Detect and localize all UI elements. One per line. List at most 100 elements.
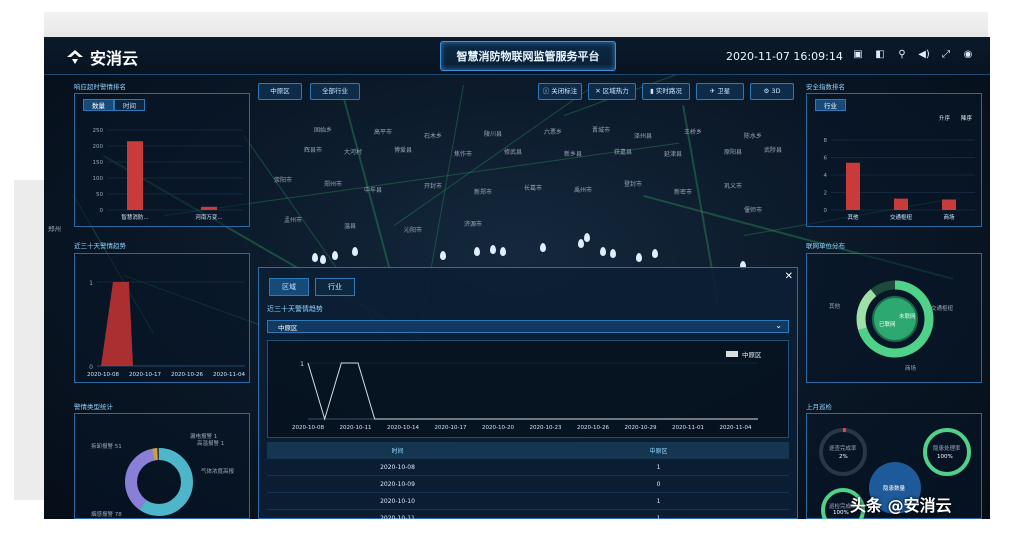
modal-subtitle: 近三十天警情趋势	[267, 305, 323, 313]
satellite-label: 卫星	[717, 87, 731, 95]
x-tick-label: 交通枢纽	[890, 213, 913, 221]
gauge-3-value: 100%	[833, 510, 849, 516]
satellite-button[interactable]: ✈ 卫星	[696, 83, 744, 100]
y-tick-label: 0	[824, 208, 828, 214]
map-place-label: 大河村	[344, 149, 363, 156]
map-marker-icon[interactable]	[540, 243, 546, 252]
table-row: 2020-10-08 1	[267, 459, 789, 476]
heatmap-button[interactable]: ✕ 区域热力	[588, 83, 636, 100]
tab-industry[interactable]: 行业	[815, 99, 846, 111]
alarm-type-label-smoke: 烟感报警 78	[91, 512, 122, 518]
left-panel-3-title: 警情类型统计	[74, 403, 113, 411]
map-marker-icon[interactable]	[652, 249, 658, 258]
y-tick-label: 250	[93, 128, 104, 134]
map-marker-icon[interactable]	[636, 253, 642, 262]
tab-time[interactable]: 时间	[114, 99, 145, 111]
user-icon[interactable]: ◉	[962, 49, 974, 61]
map-place-label: 长葛市	[524, 185, 543, 192]
x-tick-label: 2020-11-04	[213, 372, 245, 378]
table-row: 2020-10-10 1	[267, 493, 789, 510]
map-marker-icon[interactable]	[312, 253, 318, 262]
location-icon[interactable]: ⚲	[896, 49, 908, 61]
map-marker-icon[interactable]	[352, 247, 358, 256]
layers-icon[interactable]: ◧	[874, 49, 886, 61]
table-cell: 2020-10-10	[380, 497, 415, 505]
map-marker-icon[interactable]	[584, 233, 590, 242]
sort-ascending[interactable]: 升序	[939, 114, 950, 122]
x-tick-label: 河南万变...	[195, 213, 222, 221]
close-icon[interactable]: ✕	[785, 271, 793, 282]
top-bar: 安消云 智慧消防物联网监管服务平台 2020-11-07 16:09:14 ▣ …	[44, 37, 990, 75]
map-marker-icon[interactable]	[440, 251, 446, 260]
map-marker-icon[interactable]	[500, 247, 506, 256]
table-cell: 0	[656, 480, 661, 488]
alarm-type-label-detach: 拆卸报警 51	[91, 444, 122, 450]
map-marker-icon[interactable]	[600, 247, 606, 256]
region-select-button[interactable]: 中原区	[258, 83, 302, 100]
volume-icon[interactable]: ◀)	[918, 49, 930, 61]
outer-background-band-left	[14, 180, 44, 500]
map-marker-icon[interactable]	[610, 249, 616, 258]
map-place-label: 泽州县	[634, 133, 653, 140]
legend-swatch	[726, 351, 738, 357]
x-tick-label: 2020-10-23	[530, 425, 562, 431]
modal-trend-chart: 1 2020-10-08 2020-10-11 2020-10-14 2020-10-1…	[267, 340, 789, 438]
map-marker-icon[interactable]	[578, 239, 584, 248]
alarm-type-label-heat: 高温报警 1	[197, 441, 225, 447]
x-tick-label: 2020-10-17	[129, 372, 161, 378]
y-tick-label: 6	[824, 156, 828, 162]
map-place-label: 禹州市	[574, 187, 593, 194]
x-tick-label: 2020-10-29	[625, 425, 657, 431]
3d-label: 3D	[771, 87, 781, 95]
y-tick-label: 8	[824, 138, 828, 144]
bar	[201, 206, 217, 210]
area-series	[101, 282, 133, 366]
watermark-text: 头条 @安消云	[850, 496, 952, 515]
industry-select-button[interactable]: 全部行业	[310, 83, 360, 100]
3d-button[interactable]: ⚙ 3D	[750, 83, 794, 100]
x-tick-label: 商场	[943, 213, 955, 221]
map-marker-icon[interactable]	[490, 245, 496, 254]
traffic-button[interactable]: ▮ 实时路况	[642, 83, 690, 100]
network-label-transport: 交通枢纽	[931, 306, 954, 312]
region-dropdown[interactable]: 中原区 ⌄	[267, 320, 789, 333]
right-panel-3-title: 上月巡检	[806, 403, 832, 411]
alarm-type-panel: 漏电报警 1 高温报警 1 气体浓度高报 拆卸报警 51 烟感报警 78	[74, 413, 250, 519]
tab-count[interactable]: 数量	[83, 99, 114, 111]
monitor-icon[interactable]: ▣	[852, 49, 864, 61]
trend-detail-modal: 区域 行业 ✕ 近三十天警情趋势 中原区 ⌄ 1 2020-10-08 2020-1…	[258, 267, 798, 519]
bar	[846, 162, 860, 210]
y-tick-label: 50	[96, 192, 103, 198]
map-place-label: 偃师市	[744, 207, 763, 214]
table-header-time: 时间	[391, 447, 404, 455]
right-panel-1-title: 安全指数排名	[806, 83, 845, 91]
map-place-label: 济源市	[464, 221, 483, 228]
map-marker-icon[interactable]	[474, 247, 480, 256]
gauge-2-label: 隐患处理率	[933, 446, 961, 452]
map-marker-icon[interactable]	[320, 255, 326, 264]
sort-descending[interactable]: 降序	[961, 114, 972, 122]
y-tick-label: 0	[89, 364, 93, 371]
brand-logo[interactable]: 安消云	[66, 45, 138, 69]
y-tick-label: 150	[93, 160, 104, 166]
map-marker-icon[interactable]	[332, 251, 338, 260]
gauge-1-value: 2%	[839, 454, 848, 460]
y-tick-label: 100	[93, 176, 104, 182]
network-distribution-donut	[856, 280, 934, 358]
modal-tab-region[interactable]: 区域	[269, 278, 309, 296]
table-cell: 2020-10-08	[380, 463, 415, 471]
map-place-label: 武陟县	[764, 147, 783, 154]
heatmap-icon: ✕	[595, 87, 603, 95]
table-header-region: 中原区	[649, 447, 668, 455]
fullscreen-icon[interactable]: ⤢	[940, 49, 952, 61]
gauge-1-label: 逐查完成率	[829, 446, 857, 452]
modal-tab-industry[interactable]: 行业	[315, 278, 355, 296]
table-cell: 1	[656, 463, 661, 471]
map-road	[342, 95, 391, 270]
y-tick-label: 200	[93, 144, 104, 150]
table-cell: 2020-10-11	[380, 514, 415, 520]
x-tick-label: 2020-10-08	[87, 372, 119, 378]
traffic-label: 实时路况	[655, 87, 682, 95]
toggle-labels-button[interactable]: ⓘ 关闭标注	[538, 83, 582, 100]
map-place-label: 原阳县	[724, 149, 743, 156]
